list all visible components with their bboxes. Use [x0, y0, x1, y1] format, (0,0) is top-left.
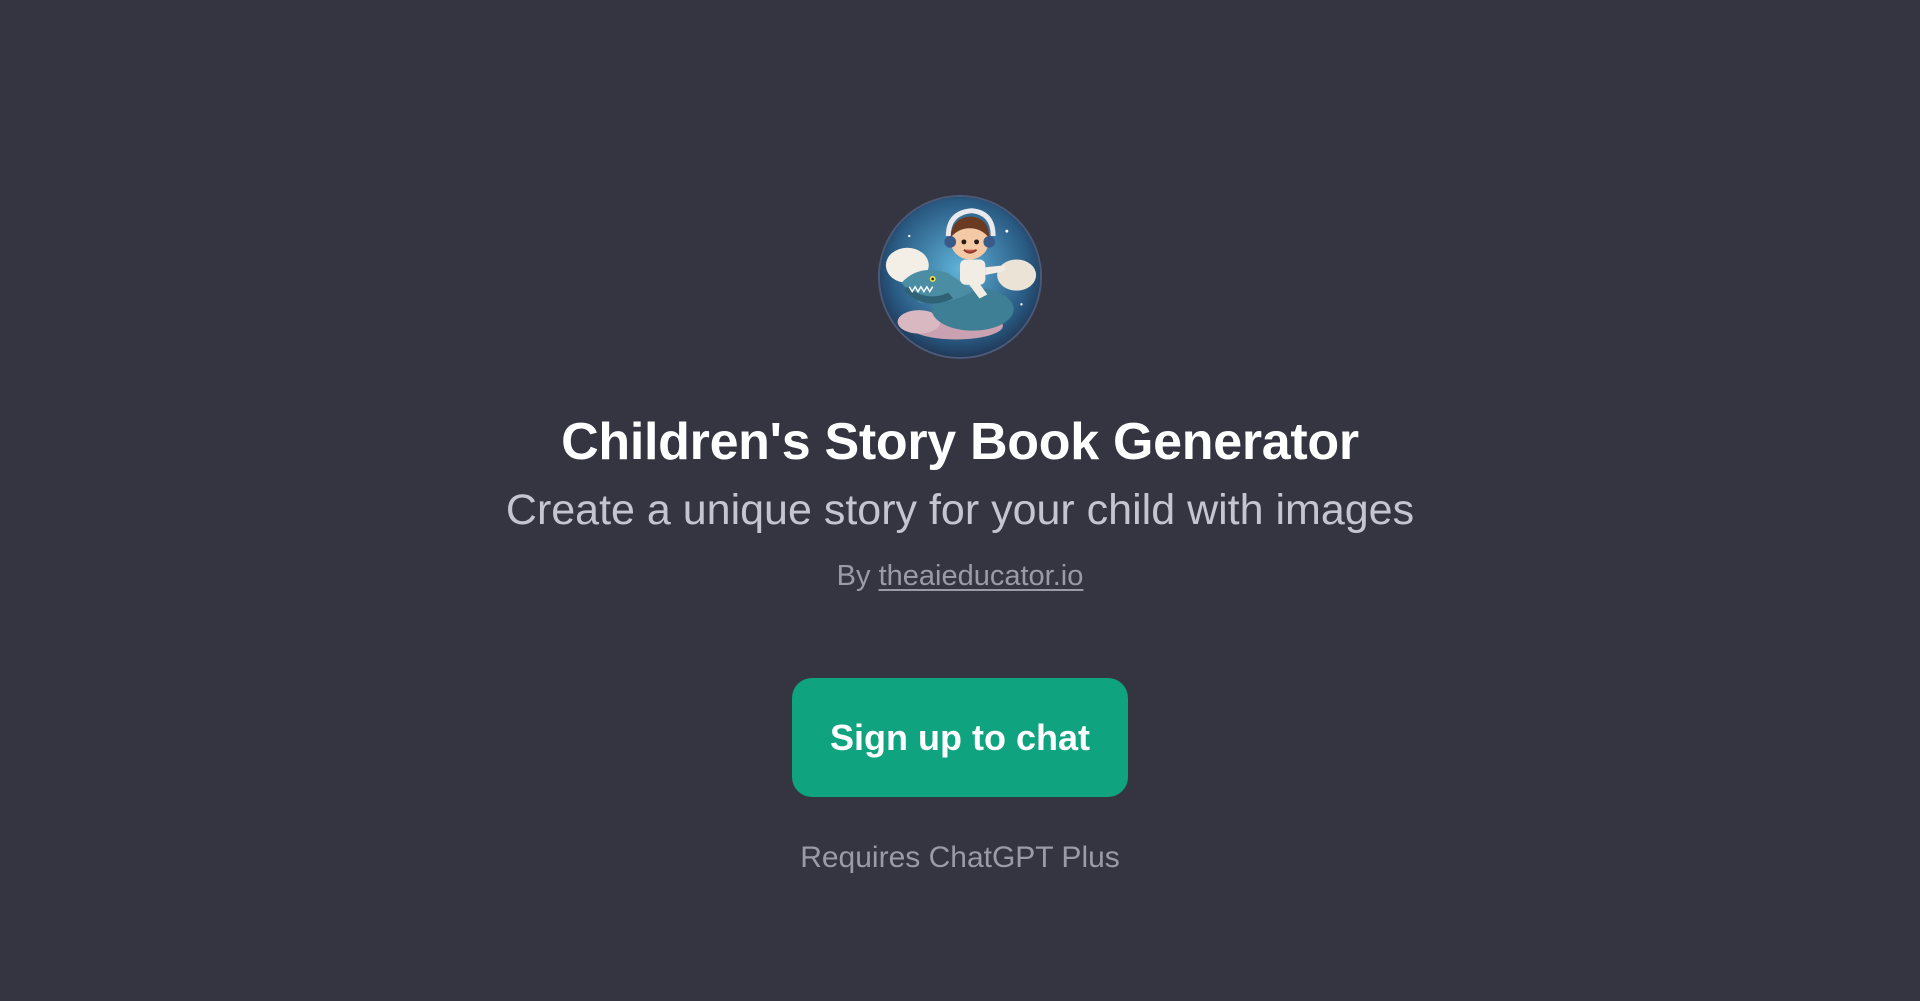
gpt-description: Create a unique story for your child wit… — [505, 486, 1415, 534]
author-byline: By theaieducator.io — [0, 556, 1920, 596]
child-riding-dinosaur-icon — [880, 197, 1040, 357]
gpt-landing-page: Children's Story Book Generator Create a… — [0, 0, 1920, 1001]
requires-plus-note: Requires ChatGPT Plus — [800, 841, 1120, 874]
author-link[interactable]: theaieducator.io — [879, 560, 1084, 592]
sign-up-to-chat-button[interactable]: Sign up to chat — [792, 678, 1128, 797]
byline-prefix: By — [836, 560, 879, 592]
gpt-avatar-image — [878, 195, 1042, 359]
gpt-title: Children's Story Book Generator — [561, 413, 1359, 471]
